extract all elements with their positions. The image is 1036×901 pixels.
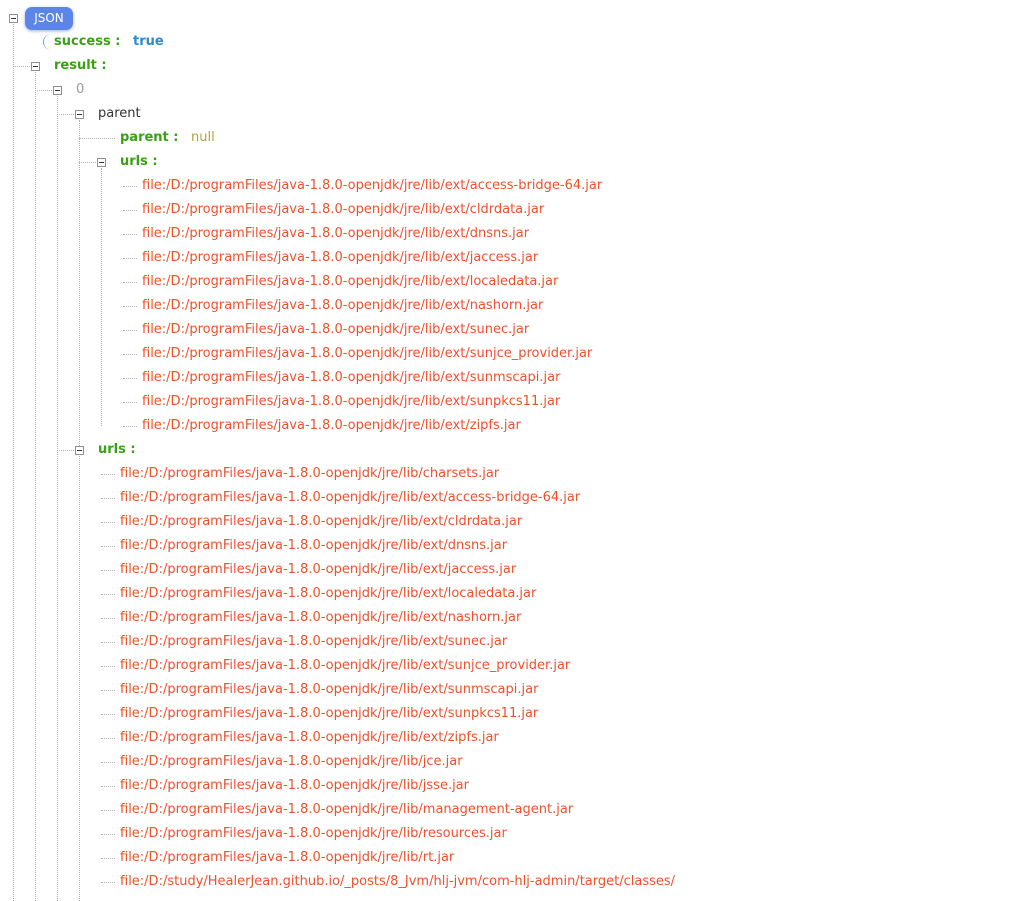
tree-guide-line [101,762,115,763]
url-string-value[interactable]: file:/D:/programFiles/java-1.8.0-openjdk… [142,222,529,246]
root-node-badge[interactable]: JSON [25,7,73,30]
tree-guide-line [79,138,115,139]
url-string-value[interactable]: file:/D:/programFiles/java-1.8.0-openjdk… [120,654,570,678]
tree-guide-line [79,120,80,450]
tree-guide-line [101,168,102,426]
tree-guide-line [79,162,96,163]
tree-guide-line [35,72,36,901]
tree-guide-line [123,378,137,379]
tree-guide-line [101,498,115,499]
url-string-value[interactable]: file:/D:/programFiles/java-1.8.0-openjdk… [142,246,538,270]
url-string-value[interactable]: file:/D:/programFiles/java-1.8.0-openjdk… [120,774,469,798]
tree-guide-line [123,402,137,403]
parent-urls-key: urls : [120,154,158,169]
tree-guide-line [101,642,115,643]
url-string-value[interactable]: file:/D:/programFiles/java-1.8.0-openjdk… [142,318,529,342]
tree-guide-line [101,858,115,859]
url-string-value[interactable]: file:/D:/programFiles/java-1.8.0-openjdk… [142,414,521,438]
url-string-value[interactable]: file:/D:/programFiles/java-1.8.0-openjdk… [142,198,544,222]
tree-guide-line [35,90,52,91]
url-string-value[interactable]: file:/D:/programFiles/java-1.8.0-openjdk… [120,798,573,822]
urls-key: urls : [98,442,136,457]
tree-guide-line [101,666,115,667]
parent-key: parent : [120,130,179,145]
tree-guide-line [57,450,74,451]
tree-guide-line [101,522,115,523]
url-string-value[interactable]: file:/D:/programFiles/java-1.8.0-openjdk… [142,294,543,318]
tree-guide-line [123,282,137,283]
bracket-icon [43,34,51,50]
tree-guide-line [13,24,14,901]
url-string-value[interactable]: file:/D:/programFiles/java-1.8.0-openjdk… [120,534,507,558]
tree-guide-line [123,354,137,355]
parent-object-label: parent [98,106,141,121]
tree-guide-line [57,96,58,901]
tree-guide-line [123,330,137,331]
url-string-value[interactable]: file:/D:/programFiles/java-1.8.0-openjdk… [120,822,507,846]
url-string-value[interactable]: file:/D:/programFiles/java-1.8.0-openjdk… [120,558,516,582]
tree-guide-line [123,210,137,211]
collapse-toggle-icon[interactable] [97,158,106,167]
url-string-value[interactable]: file:/D:/programFiles/java-1.8.0-openjdk… [120,702,538,726]
url-string-value[interactable]: file:/D:/programFiles/java-1.8.0-openjdk… [120,726,499,750]
success-value: true [133,34,164,49]
url-string-value[interactable]: file:/D:/programFiles/java-1.8.0-openjdk… [120,582,536,606]
tree-guide-line [101,690,115,691]
tree-guide-line [101,834,115,835]
collapse-toggle-icon[interactable] [53,86,62,95]
tree-guide-line [101,810,115,811]
success-key: success : [54,34,121,49]
url-string-value[interactable]: file:/D:/programFiles/java-1.8.0-openjdk… [120,846,454,870]
parent-null-value: null [191,130,215,145]
collapse-toggle-icon[interactable] [75,446,84,455]
collapse-toggle-icon[interactable] [75,110,84,119]
tree-guide-line [101,594,115,595]
url-string-value[interactable]: file:/D:/programFiles/java-1.8.0-openjdk… [120,510,522,534]
tree-guide-line [123,306,137,307]
url-string-value[interactable]: file:/D:/programFiles/java-1.8.0-openjdk… [142,342,592,366]
url-string-value[interactable]: file:/D:/programFiles/java-1.8.0-openjdk… [120,630,507,654]
url-string-value[interactable]: file:/D:/programFiles/java-1.8.0-openjdk… [120,606,521,630]
url-string-value[interactable]: file:/D:/programFiles/java-1.8.0-openjdk… [142,174,602,198]
collapse-toggle-icon[interactable] [31,62,40,71]
collapse-toggle-icon[interactable] [9,14,18,23]
url-string-value[interactable]: file:/D:/programFiles/java-1.8.0-openjdk… [142,270,558,294]
url-string-value[interactable]: file:/D:/programFiles/java-1.8.0-openjdk… [120,678,538,702]
url-string-value[interactable]: file:/D:/programFiles/java-1.8.0-openjdk… [120,486,580,510]
url-string-value[interactable]: file:/D:/programFiles/java-1.8.0-openjdk… [142,390,560,414]
url-string-value[interactable]: file:/D:/programFiles/java-1.8.0-openjdk… [120,750,463,774]
tree-guide-line [123,258,137,259]
url-string-value[interactable]: file:/D:/study/HealerJean.github.io/_pos… [120,870,675,894]
tree-guide-line [101,714,115,715]
tree-guide-line [101,570,115,571]
array-index-label: 0 [76,82,85,97]
url-string-value[interactable]: file:/D:/programFiles/java-1.8.0-openjdk… [120,462,499,486]
tree-guide-line [101,786,115,787]
tree-guide-line [57,114,74,115]
tree-guide-line [123,426,137,427]
tree-guide-line [101,882,115,883]
tree-guide-line [79,456,80,901]
tree-guide-line [123,234,137,235]
tree-guide-line [101,546,115,547]
tree-guide-line [13,66,30,67]
tree-guide-line [101,618,115,619]
tree-guide-line [101,474,115,475]
result-key: result : [54,58,107,73]
tree-guide-line [101,738,115,739]
url-string-value[interactable]: file:/D:/programFiles/java-1.8.0-openjdk… [142,366,560,390]
tree-guide-line [123,186,137,187]
